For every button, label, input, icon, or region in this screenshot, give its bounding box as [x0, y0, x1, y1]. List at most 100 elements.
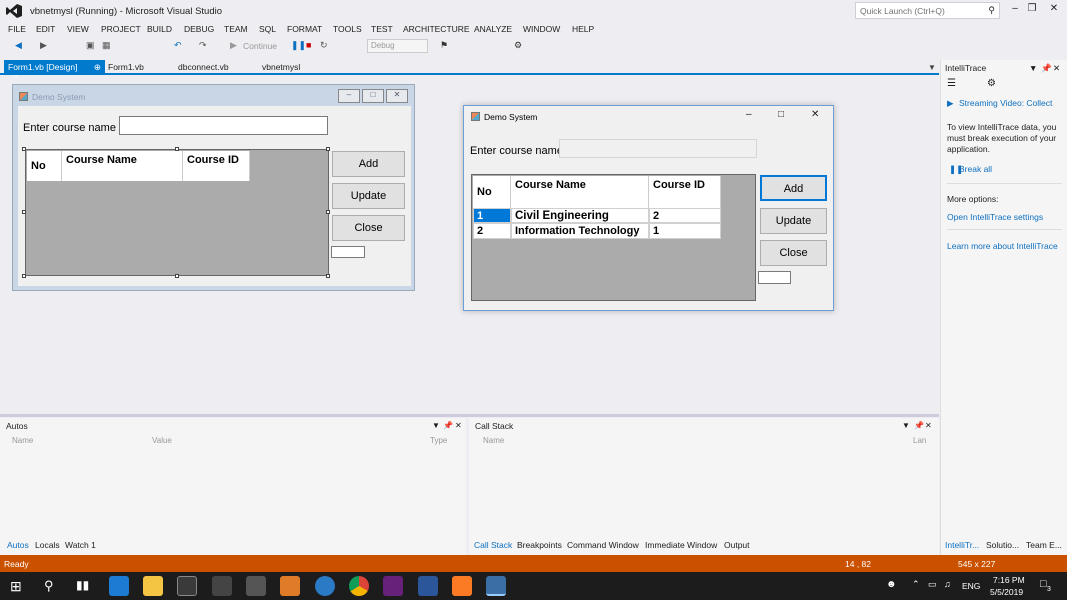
- word-icon[interactable]: [418, 576, 438, 596]
- open-settings-link[interactable]: Open IntelliTrace settings: [947, 212, 1043, 223]
- clock-time[interactable]: 7:16 PM: [993, 575, 1025, 585]
- run-cell-course-id[interactable]: 1: [649, 223, 721, 239]
- file-explorer-icon[interactable]: [143, 576, 163, 596]
- menu-analyze[interactable]: ANALYZE: [474, 24, 512, 34]
- restore-button[interactable]: ❐: [1023, 3, 1041, 19]
- tab-team-explorer[interactable]: Team E...: [1026, 540, 1062, 551]
- redo-icon[interactable]: ↷: [199, 40, 207, 51]
- start-icon[interactable]: ⊞: [10, 578, 22, 595]
- menu-format[interactable]: FORMAT: [287, 24, 322, 34]
- continue-label[interactable]: Continue: [243, 41, 277, 51]
- tab-overflow-icon[interactable]: ▼: [928, 63, 936, 72]
- run-cell-no[interactable]: 2: [473, 223, 511, 239]
- tab-autos[interactable]: Autos: [7, 540, 29, 550]
- app-icon[interactable]: [315, 576, 335, 596]
- pause-icon[interactable]: ❚❚: [291, 40, 306, 51]
- selection-handle[interactable]: [22, 274, 26, 278]
- menu-tools[interactable]: TOOLS: [333, 24, 362, 34]
- col-header-lang[interactable]: Lan: [913, 436, 926, 445]
- menu-project[interactable]: PROJECT: [101, 24, 141, 34]
- demo-app-icon[interactable]: [486, 576, 506, 596]
- tab-output[interactable]: Output: [724, 540, 750, 550]
- people-icon[interactable]: ☻: [886, 579, 897, 590]
- menu-architecture[interactable]: ARCHITECTURE: [403, 24, 470, 34]
- sublime-icon[interactable]: [280, 576, 300, 596]
- menu-team[interactable]: TEAM: [224, 24, 248, 34]
- store-icon[interactable]: [177, 576, 197, 596]
- tab-locals[interactable]: Locals: [35, 540, 60, 550]
- save-icon[interactable]: ▣: [86, 40, 95, 51]
- close-icon[interactable]: ✕: [455, 421, 462, 430]
- panel-menu-icon[interactable]: ▼: [1029, 63, 1037, 74]
- attach-icon[interactable]: ⚑: [440, 40, 448, 51]
- run-cell-course-name[interactable]: Information Technology: [511, 223, 649, 239]
- back-icon[interactable]: ◀: [15, 40, 22, 51]
- menu-debug[interactable]: DEBUG: [184, 24, 214, 34]
- visual-studio-icon[interactable]: [383, 576, 403, 596]
- design-add-button[interactable]: Add: [332, 151, 405, 177]
- stop-icon[interactable]: ■: [306, 40, 311, 50]
- design-update-button[interactable]: Update: [332, 183, 405, 209]
- tab-breakpoints[interactable]: Breakpoints: [517, 540, 562, 550]
- menu-window[interactable]: WINDOW: [523, 24, 560, 34]
- design-small-textbox[interactable]: [331, 246, 365, 258]
- volume-icon[interactable]: ♫: [944, 579, 951, 589]
- close-icon[interactable]: ✕: [925, 421, 932, 430]
- selection-handle[interactable]: [22, 147, 26, 151]
- pin-icon[interactable]: ⊕: [94, 62, 101, 72]
- save-all-icon[interactable]: ▦: [102, 40, 111, 51]
- selection-handle[interactable]: [326, 147, 330, 151]
- tab-vbnetmysl[interactable]: vbnetmysl: [258, 60, 304, 75]
- tools-icon[interactable]: ⚙: [514, 40, 522, 51]
- notification-icon[interactable]: □: [1040, 578, 1047, 590]
- continue-icon[interactable]: ▶: [230, 40, 237, 51]
- tray-overflow-icon[interactable]: ⌃: [912, 579, 920, 590]
- selection-handle[interactable]: [326, 274, 330, 278]
- solution-config-select[interactable]: Debug: [367, 39, 428, 53]
- tab-call-stack[interactable]: Call Stack: [474, 540, 512, 550]
- tab-intellitrace[interactable]: IntelliTr...: [945, 540, 979, 551]
- tab-form1-design[interactable]: Form1.vb [Design] ⊕ ✕: [4, 60, 105, 83]
- run-close-button[interactable]: ✕: [811, 109, 819, 120]
- undo-icon[interactable]: ↶: [174, 40, 182, 51]
- learn-more-link[interactable]: Learn more about IntelliTrace: [947, 241, 1058, 252]
- run-minimize-button[interactable]: –: [746, 109, 752, 120]
- design-datagrid[interactable]: No Course Name Course ID: [25, 149, 329, 276]
- run-add-button[interactable]: Add: [760, 175, 827, 201]
- col-header-name[interactable]: Name: [483, 436, 504, 445]
- design-close-button[interactable]: Close: [332, 215, 405, 241]
- selection-handle[interactable]: [175, 274, 179, 278]
- restart-icon[interactable]: ↻: [320, 40, 328, 51]
- streaming-video-link[interactable]: Streaming Video: Collect: [959, 98, 1067, 109]
- minimize-button[interactable]: –: [1006, 3, 1024, 19]
- run-course-textbox[interactable]: [559, 139, 757, 158]
- tab-immediate-window[interactable]: Immediate Window: [645, 540, 717, 550]
- list-view-icon[interactable]: ☰: [947, 78, 956, 89]
- chrome-icon[interactable]: [349, 576, 369, 596]
- panel-splitter[interactable]: [0, 414, 939, 417]
- menu-file[interactable]: FILE: [8, 24, 26, 34]
- forward-icon[interactable]: ▶: [40, 40, 47, 51]
- settings-icon[interactable]: ⚙: [987, 78, 996, 89]
- selection-handle[interactable]: [326, 210, 330, 214]
- search-icon[interactable]: ⚲: [44, 578, 54, 594]
- panel-menu-icon[interactable]: ▼: [902, 421, 910, 430]
- tab-dbconnect[interactable]: dbconnect.vb: [174, 60, 233, 75]
- menu-sql[interactable]: SQL: [259, 24, 276, 34]
- run-cell-course-id[interactable]: 2: [649, 208, 721, 223]
- panel-menu-icon[interactable]: ▼: [432, 421, 440, 430]
- close-icon[interactable]: ✕: [1053, 63, 1060, 74]
- edge-icon[interactable]: [109, 576, 129, 596]
- close-button[interactable]: ✕: [1045, 3, 1063, 19]
- menu-edit[interactable]: EDIT: [36, 24, 55, 34]
- xampp-icon[interactable]: [452, 576, 472, 596]
- col-header-name[interactable]: Name: [12, 436, 33, 445]
- selection-handle[interactable]: [175, 147, 179, 151]
- col-header-value[interactable]: Value: [152, 436, 172, 445]
- pin-icon[interactable]: 📌: [443, 421, 453, 430]
- break-all-link[interactable]: Break all: [959, 164, 992, 175]
- app-icon[interactable]: [212, 576, 232, 596]
- menu-view[interactable]: VIEW: [67, 24, 89, 34]
- tab-command-window[interactable]: Command Window: [567, 540, 639, 550]
- quick-launch-input[interactable]: Quick Launch (Ctrl+Q) ⚲: [855, 2, 1000, 19]
